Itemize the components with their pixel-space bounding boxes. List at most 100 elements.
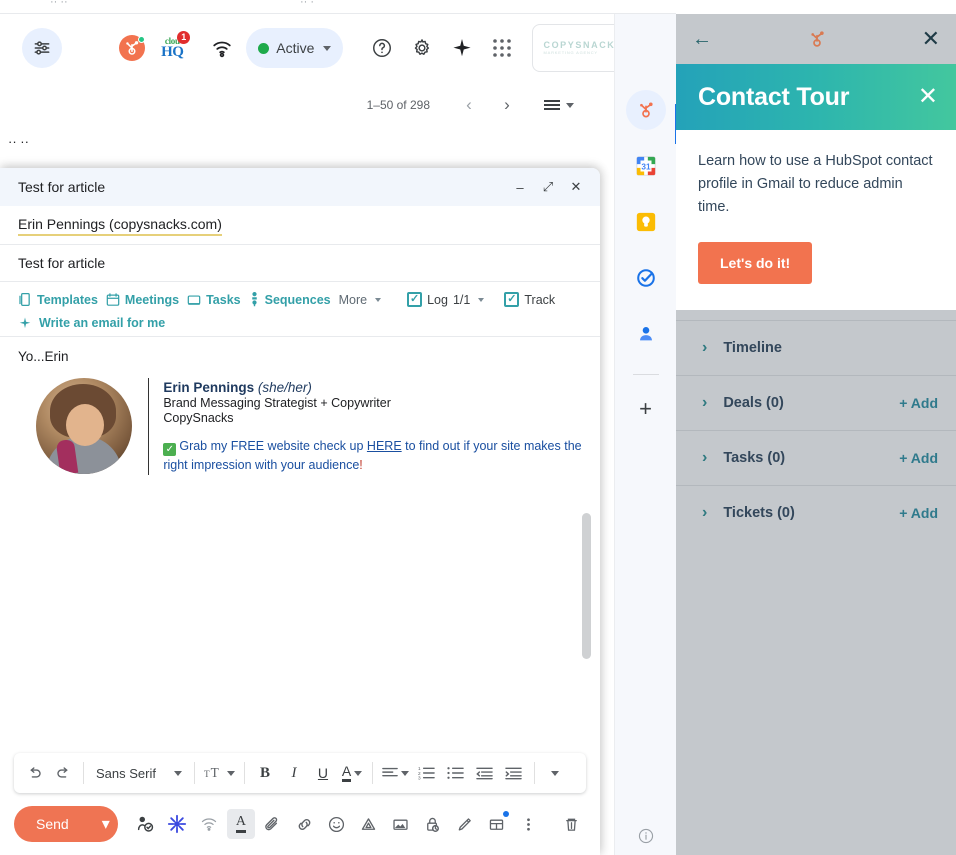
cloudhq-label-bottom: HQ [161,45,183,60]
rail-divider [633,374,659,375]
add-deal-link[interactable]: + Add [899,395,938,411]
subject-value[interactable]: Test for article [18,255,105,271]
font-family-select[interactable]: Sans Serif [90,766,188,781]
compose-header: Test for article – ⤢ ✕ [0,168,600,206]
more-tools-button[interactable]: More [337,291,387,309]
back-arrow-icon[interactable]: ← [692,29,712,49]
help-circle-icon[interactable] [362,28,402,68]
discard-draft-icon[interactable] [557,809,586,839]
font-size-select[interactable]: T T [201,758,238,788]
sparkle-icon[interactable] [442,28,482,68]
mailbox-pagination: 1–50 of 298 ‹ › [0,82,676,128]
recipient-value[interactable]: Erin Pennings (copysnacks.com) [18,216,222,236]
section-label: Tasks (0) [723,450,899,466]
insert-drive-icon[interactable] [354,809,383,839]
track-checkbox[interactable]: ✓ [504,292,519,307]
attach-file-icon[interactable] [258,809,287,839]
numbered-list-button[interactable]: 1 2 3 [413,758,441,788]
insert-link-icon[interactable] [290,809,319,839]
sidebar-section-timeline[interactable]: › Timeline [676,320,956,375]
write-email-for-me-button[interactable]: Write an email for me [16,316,584,330]
status-pill[interactable]: Active [246,28,343,68]
contact-tour-title: Contact Tour [698,83,849,112]
prev-page-button[interactable]: ‹ [452,88,486,122]
italic-button[interactable]: I [280,758,308,788]
google-calendar-icon[interactable]: 31 [626,146,666,186]
text-color-button[interactable]: A [338,758,366,788]
signature-title: Brand Messaging Strategist + Copywriter [163,396,582,410]
insert-signature-icon[interactable] [450,809,479,839]
send-button[interactable]: Send ▾ [14,806,118,842]
google-tasks-icon[interactable] [626,258,666,298]
chevron-right-icon: › [702,449,707,467]
insert-emoji-icon[interactable] [322,809,351,839]
gear-icon[interactable] [402,28,442,68]
density-icon[interactable] [538,94,580,116]
info-icon[interactable] [631,821,661,851]
sidebar-section-tasks[interactable]: › Tasks (0) + Add [676,430,956,485]
more-format-options-button[interactable] [541,758,569,788]
wifi-track-icon[interactable] [195,809,224,839]
sidebar-section-deals[interactable]: › Deals (0) + Add [676,375,956,430]
popout-icon[interactable]: ⤢ [534,173,562,201]
wifi-icon[interactable] [202,28,242,68]
add-ticket-link[interactable]: + Add [899,505,938,521]
cloudhq-badge: 1 [177,31,190,44]
signature-cta-prefix: Grab my FREE website check up [179,439,367,453]
indent-more-button[interactable] [500,758,528,788]
undo-icon[interactable] [20,758,48,788]
subject-field[interactable]: Test for article [0,245,600,282]
add-addon-button[interactable]: + [626,389,666,429]
gmail-right-rail: 31 + [614,14,676,855]
redo-icon[interactable] [49,758,77,788]
meetings-button[interactable]: Meetings [104,290,185,309]
log-checkbox[interactable]: ✓ [407,292,422,307]
minimize-icon[interactable]: – [506,173,534,201]
body-greeting[interactable]: Yo...Erin [18,349,582,364]
templates-button[interactable]: Templates [16,290,104,309]
sidebar-section-tickets[interactable]: › Tickets (0) + Add [676,485,956,540]
svg-text:31: 31 [641,163,651,172]
cloudhq-icon[interactable]: clou HQ 1 [152,28,192,68]
ghost-text-mid: ·· · [300,0,314,8]
underline-button[interactable]: U [309,758,337,788]
sequence-star-icon[interactable] [163,809,192,839]
company-logo-subtext: MARKETING AGENCY [543,50,623,55]
section-label: Tickets (0) [723,505,899,521]
svg-text:T: T [211,765,219,780]
confidential-mode-icon[interactable] [418,809,447,839]
sequences-button[interactable]: Sequences [247,290,337,309]
next-page-button[interactable]: › [490,88,524,122]
log-toggle[interactable]: ✓ Log 1/1 [405,290,490,309]
signature-company: CopySnacks [163,411,582,425]
align-button[interactable] [379,758,412,788]
email-layout-icon[interactable] [482,809,511,839]
insert-photo-icon[interactable] [386,809,415,839]
close-sidebar-icon[interactable]: ✕ [922,28,940,50]
recipient-field[interactable]: Erin Pennings (copysnacks.com) [0,206,600,245]
hubspot-sprocket-icon[interactable] [112,28,152,68]
format-text-icon[interactable]: A [227,809,256,839]
google-contacts-icon[interactable] [626,314,666,354]
tune-icon[interactable] [22,28,62,68]
bold-button[interactable]: B [251,758,279,788]
hubspot-contact-icon[interactable] [131,809,160,839]
close-icon[interactable]: ✕ [562,173,590,201]
dismiss-tour-icon[interactable]: ✕ [918,85,938,109]
tasks-button[interactable]: Tasks [185,291,247,309]
tasks-label: Tasks [206,293,241,307]
signature-cta-link[interactable]: HERE [367,439,402,453]
add-task-link[interactable]: + Add [899,450,938,466]
body-scrollbar[interactable] [582,513,591,659]
google-keep-icon[interactable] [626,202,666,242]
sidebar-spacer [676,310,956,320]
hubspot-rail-icon[interactable] [626,90,666,130]
bulleted-list-button[interactable] [442,758,470,788]
send-options-icon[interactable]: ▾ [91,814,118,834]
more-options-icon[interactable] [514,809,543,839]
indent-less-button[interactable] [471,758,499,788]
compose-body[interactable]: Yo...Erin Erin Pennings (she/her) Brand … [0,337,600,753]
track-toggle[interactable]: ✓ Track [502,290,561,309]
lets-do-it-button[interactable]: Let's do it! [698,242,812,284]
apps-grid-icon[interactable] [482,28,522,68]
